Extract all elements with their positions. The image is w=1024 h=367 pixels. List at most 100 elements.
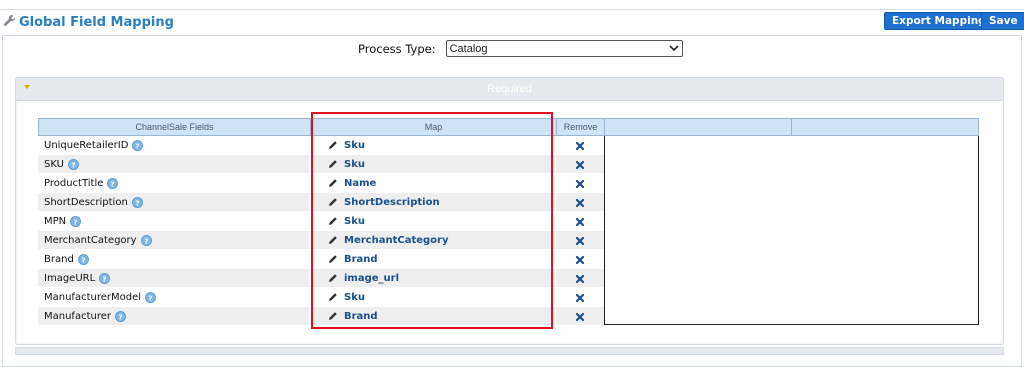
- remove-cell: [556, 288, 604, 307]
- pencil-icon[interactable]: [328, 159, 338, 169]
- table-row: MPN? Sku: [38, 212, 604, 231]
- map-cell: Sku: [310, 288, 556, 307]
- svg-text:?: ?: [118, 312, 122, 321]
- remove-icon[interactable]: [575, 217, 585, 227]
- map-cell: Name: [310, 174, 556, 193]
- help-icon[interactable]: ?: [140, 234, 152, 246]
- column-header-remove[interactable]: Remove: [557, 119, 605, 136]
- export-mapping-button[interactable]: Export Mapping: [884, 12, 994, 30]
- map-value-link[interactable]: ShortDescription: [344, 197, 440, 208]
- map-cell: image_url: [310, 269, 556, 288]
- save-button[interactable]: Save: [981, 12, 1024, 30]
- section-header[interactable]: Required: [16, 78, 1003, 101]
- map-value-link[interactable]: Brand: [344, 311, 378, 322]
- remove-icon[interactable]: [575, 293, 585, 303]
- table-row: UniqueRetailerID? Sku: [38, 136, 604, 155]
- column-header-map[interactable]: Map: [311, 119, 557, 136]
- field-cell: ManufacturerModel?: [38, 288, 310, 307]
- field-name: ShortDescription: [44, 196, 128, 208]
- help-icon[interactable]: ?: [99, 272, 111, 284]
- next-section-header: [15, 347, 1004, 355]
- svg-text:?: ?: [74, 217, 78, 226]
- pencil-icon[interactable]: [328, 216, 338, 226]
- process-type-select[interactable]: Catalog: [445, 40, 683, 57]
- svg-text:?: ?: [136, 141, 140, 150]
- help-icon[interactable]: ?: [131, 196, 143, 208]
- help-icon[interactable]: ?: [70, 215, 82, 227]
- pencil-icon[interactable]: [328, 254, 338, 264]
- field-cell: MPN?: [38, 212, 310, 231]
- pencil-icon[interactable]: [328, 178, 338, 188]
- svg-text:?: ?: [135, 198, 139, 207]
- field-cell: UniqueRetailerID?: [38, 136, 310, 155]
- map-cell: MerchantCategory: [310, 231, 556, 250]
- column-header-empty: [792, 119, 979, 136]
- page-title: Global Field Mapping: [19, 14, 174, 30]
- svg-text:?: ?: [81, 255, 85, 264]
- table-row: Manufacturer? Brand: [38, 307, 604, 326]
- column-header-channelsale-fields[interactable]: ChannelSale Fields: [39, 119, 311, 136]
- remove-cell: [556, 193, 604, 212]
- remove-icon[interactable]: [575, 312, 585, 322]
- page-header: Global Field Mapping Export Mapping Save: [0, 10, 1024, 34]
- pencil-icon[interactable]: [328, 197, 338, 207]
- field-name: MPN: [44, 215, 67, 227]
- field-name: Brand: [44, 253, 74, 265]
- field-cell: ShortDescription?: [38, 193, 310, 212]
- remove-cell: [556, 155, 604, 174]
- map-value-link[interactable]: MerchantCategory: [344, 235, 449, 246]
- section-title: Required: [487, 83, 532, 95]
- map-value-link[interactable]: Sku: [344, 140, 365, 151]
- remove-cell: [556, 174, 604, 193]
- svg-text:?: ?: [111, 179, 115, 188]
- remove-icon[interactable]: [575, 236, 585, 246]
- pencil-icon[interactable]: [328, 311, 338, 321]
- pencil-icon[interactable]: [328, 235, 338, 245]
- pencil-icon[interactable]: [328, 273, 338, 283]
- process-type-value: Catalog: [449, 42, 488, 55]
- map-value-link[interactable]: Sku: [344, 216, 365, 227]
- map-cell: Brand: [310, 307, 556, 326]
- help-icon[interactable]: ?: [77, 253, 89, 265]
- process-type-label: Process Type:: [358, 41, 436, 56]
- pencil-icon[interactable]: [328, 292, 338, 302]
- table-row: ProductTitle? Name: [38, 174, 604, 193]
- pencil-icon[interactable]: [328, 140, 338, 150]
- grid-header: ChannelSale Fields Map Remove: [38, 118, 979, 136]
- map-value-link[interactable]: Sku: [344, 159, 365, 170]
- field-cell: Brand?: [38, 250, 310, 269]
- field-name: ProductTitle: [44, 177, 104, 189]
- map-cell: Sku: [310, 136, 556, 155]
- remove-icon[interactable]: [575, 255, 585, 265]
- remove-icon[interactable]: [575, 198, 585, 208]
- map-value-link[interactable]: Sku: [344, 292, 365, 303]
- svg-text:?: ?: [103, 274, 107, 283]
- remove-icon[interactable]: [575, 274, 585, 284]
- help-icon[interactable]: ?: [68, 158, 79, 170]
- wrench-icon: [3, 14, 16, 30]
- remove-icon[interactable]: [575, 179, 585, 189]
- field-name: ImageURL: [44, 272, 96, 284]
- help-icon[interactable]: ?: [145, 291, 156, 303]
- help-icon[interactable]: ?: [115, 310, 126, 322]
- remove-cell: [556, 250, 604, 269]
- table-row: ShortDescription? ShortDescription: [38, 193, 604, 212]
- field-cell: SKU?: [38, 155, 310, 174]
- map-value-link[interactable]: image_url: [344, 273, 399, 284]
- map-value-link[interactable]: Name: [344, 178, 376, 189]
- map-cell: Sku: [310, 155, 556, 174]
- help-icon[interactable]: ?: [107, 177, 119, 189]
- remove-cell: [556, 212, 604, 231]
- field-name: MerchantCategory: [44, 234, 137, 246]
- field-cell: Manufacturer?: [38, 307, 310, 326]
- map-value-link[interactable]: Brand: [344, 254, 378, 265]
- remove-icon[interactable]: [575, 160, 585, 170]
- table-row: Brand? Brand: [38, 250, 604, 269]
- remove-icon[interactable]: [575, 141, 585, 151]
- help-icon[interactable]: ?: [132, 139, 144, 151]
- remove-cell: [556, 136, 604, 155]
- map-cell: Sku: [310, 212, 556, 231]
- table-row: SKU? Sku: [38, 155, 604, 174]
- field-name: SKU: [44, 158, 64, 170]
- remove-cell: [556, 269, 604, 288]
